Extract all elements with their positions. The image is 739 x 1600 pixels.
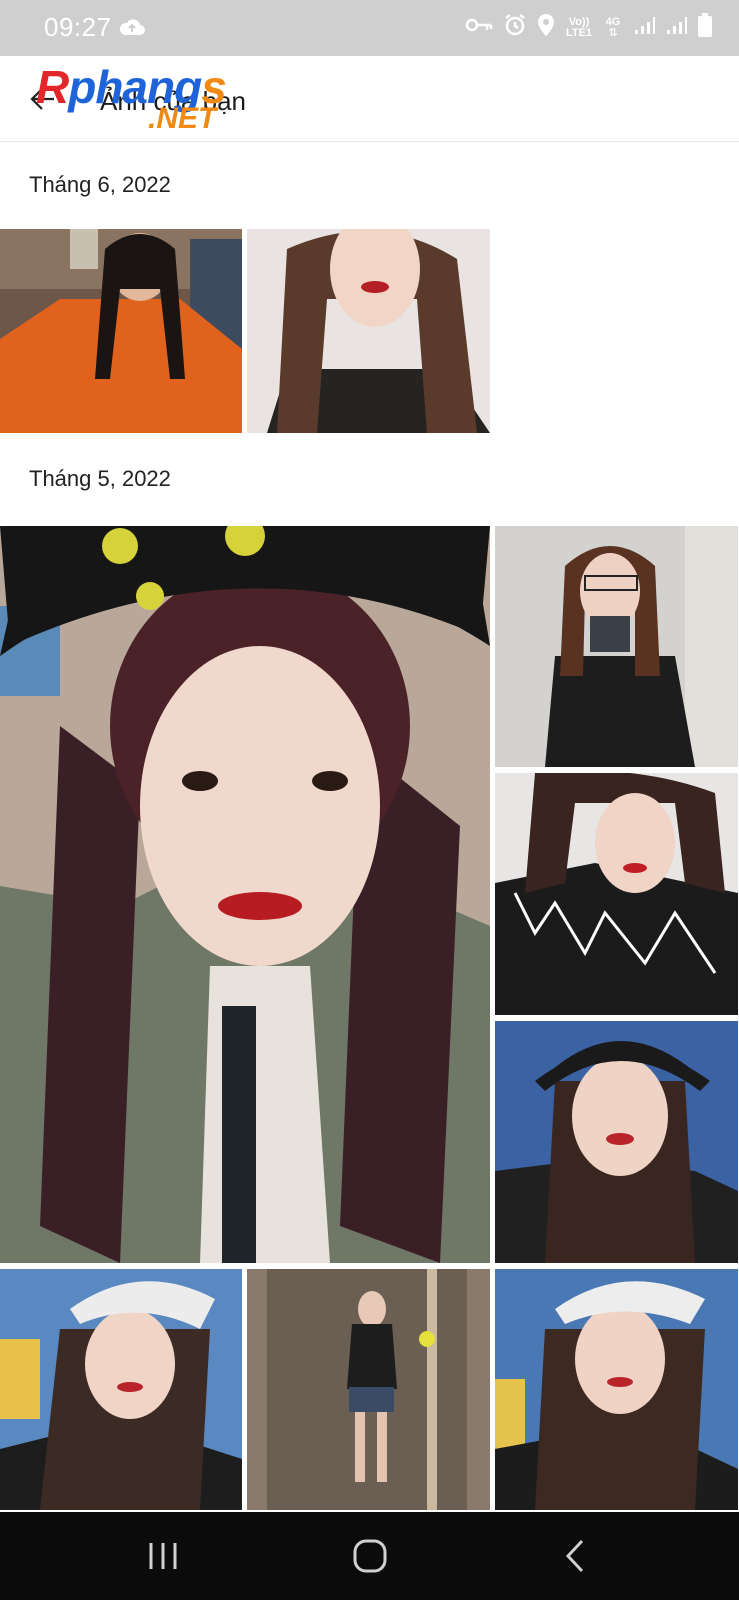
home-icon[interactable]	[340, 1534, 400, 1578]
photo-thumbnail[interactable]	[495, 526, 738, 767]
location-icon	[537, 13, 555, 42]
vpn-key-icon	[465, 16, 493, 39]
photo-thumbnail[interactable]	[0, 1269, 242, 1510]
volte-icon: Vo)) LTE1	[565, 15, 593, 39]
status-time: 09:27	[44, 12, 112, 42]
watermark-line2: .NET	[148, 102, 217, 135]
network-4g-label: 4G	[605, 15, 621, 28]
photo-thumbnail[interactable]	[495, 1021, 738, 1263]
section-header-may-2022: Tháng 5, 2022	[29, 466, 171, 491]
status-icons: Vo)) LTE1 4G ⇅	[465, 12, 713, 43]
cloud-upload-icon	[118, 16, 146, 43]
watermark-logo: Rphangs .NET	[36, 60, 261, 140]
photo-thumbnail[interactable]	[495, 1269, 738, 1510]
alarm-icon	[503, 13, 527, 42]
section-header-june-2022: Tháng 6, 2022	[29, 172, 171, 197]
signal-icon	[633, 14, 655, 41]
photo-thumbnail[interactable]	[247, 1269, 490, 1510]
photo-thumbnail[interactable]	[247, 229, 490, 433]
app-bar: Ảnh của bạn Rphangs .NET	[0, 56, 739, 142]
battery-icon	[697, 12, 713, 43]
signal-icon-2	[665, 14, 687, 41]
photo-thumbnail-large[interactable]	[0, 526, 490, 1263]
network-4g-icon: 4G ⇅	[605, 15, 621, 39]
photo-thumbnail[interactable]	[495, 773, 738, 1015]
navigation-bar	[0, 1512, 739, 1600]
status-bar: 09:27 Vo)) LTE1 4G ⇅	[0, 0, 739, 56]
recent-apps-icon[interactable]	[133, 1534, 193, 1578]
back-icon[interactable]	[546, 1534, 606, 1578]
photo-thumbnail[interactable]	[0, 229, 242, 433]
